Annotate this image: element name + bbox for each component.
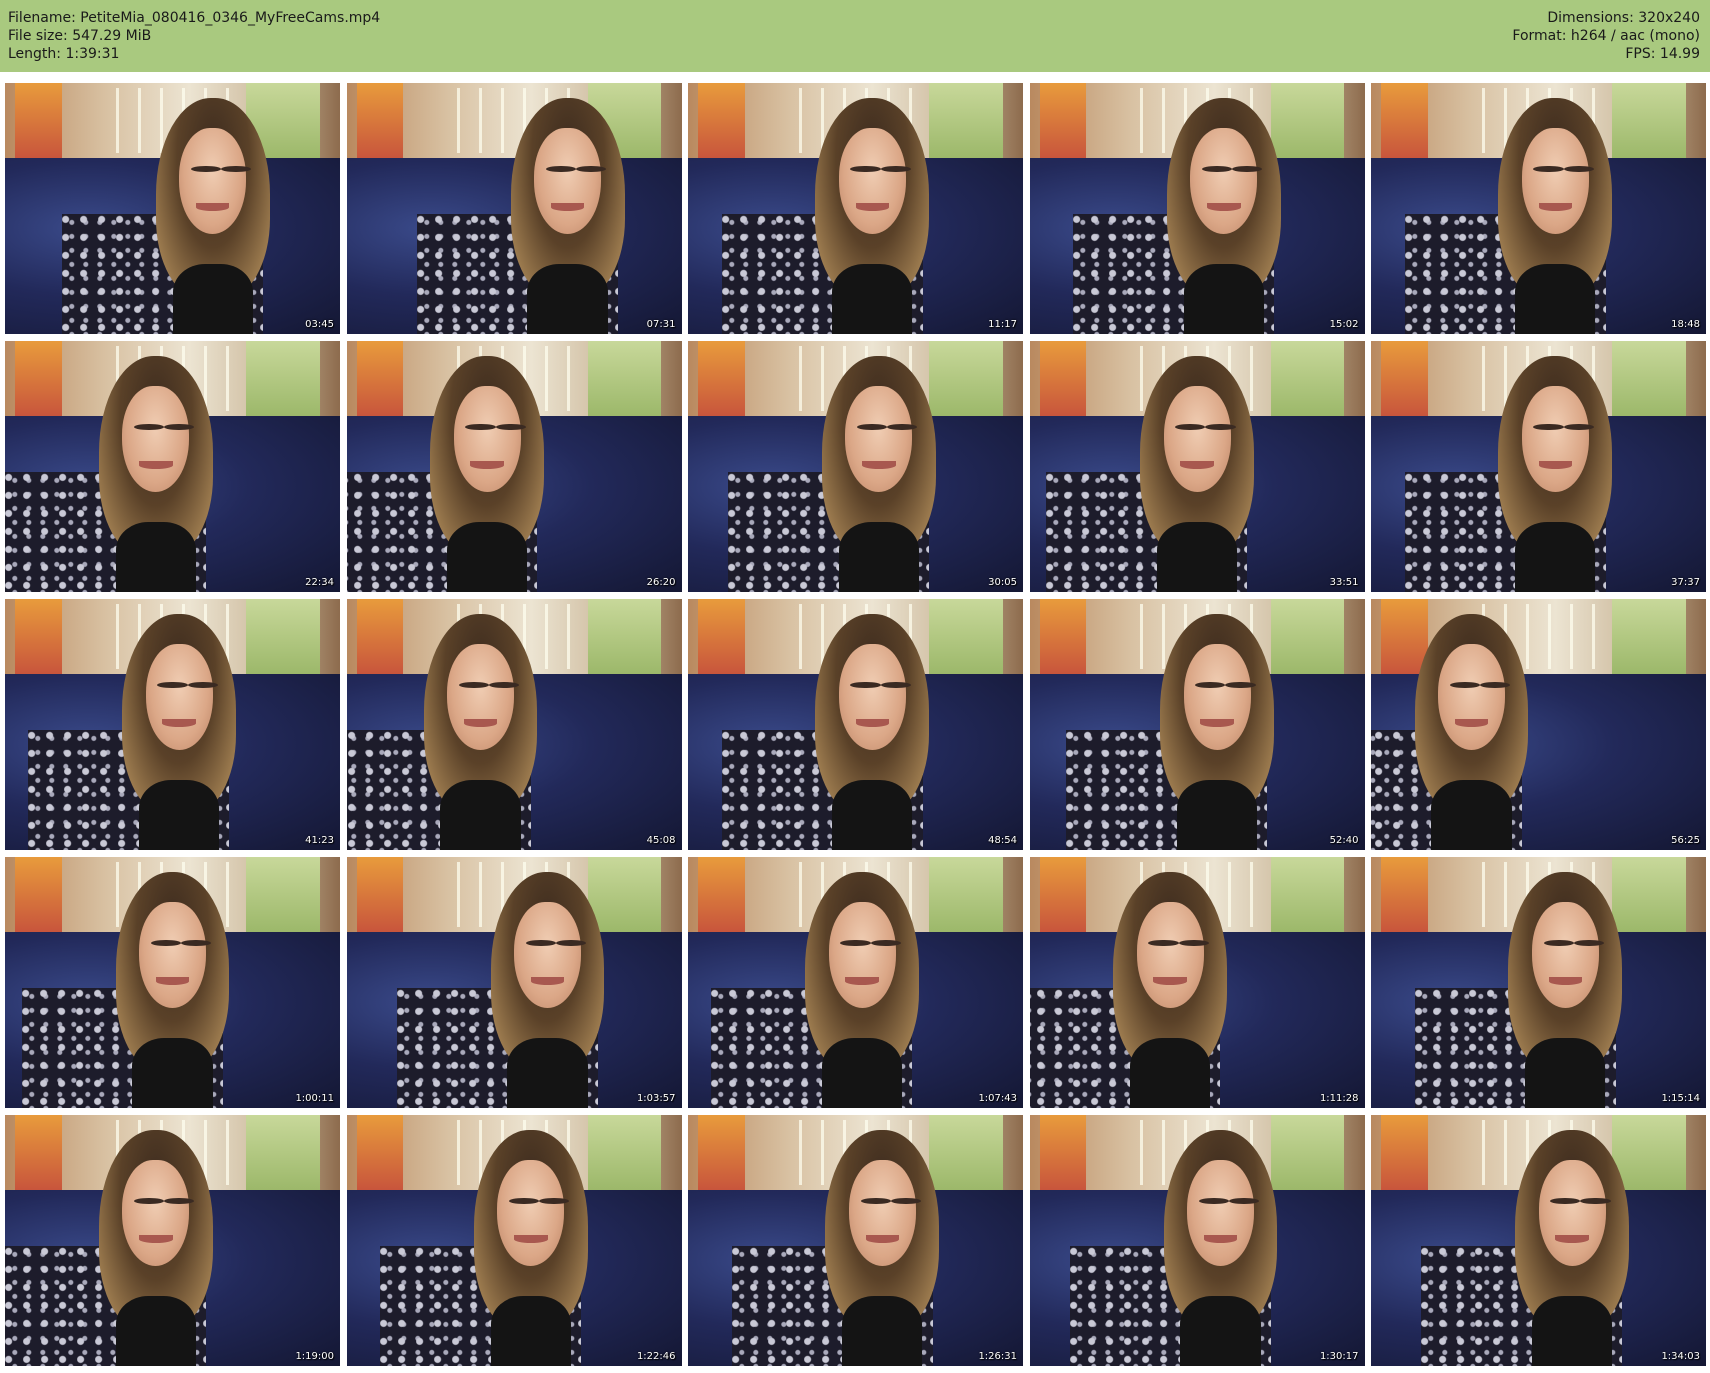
filesize-text: File size: 547.29 MiB xyxy=(8,28,152,44)
thumbnail-scene xyxy=(346,1115,682,1366)
thumbnail-timestamp: 33:51 xyxy=(1329,577,1359,588)
thumbnail-scene xyxy=(346,83,682,334)
thumbnail-timestamp: 22:34 xyxy=(305,577,334,588)
video-thumbnail[interactable]: 1:07:43 xyxy=(688,857,1023,1108)
thumbnail-timestamp: 48:54 xyxy=(988,835,1017,846)
thumbnail-scene xyxy=(346,599,682,850)
thumbnail-scene xyxy=(5,857,340,1108)
thumbnail-scene xyxy=(1029,599,1365,850)
video-thumbnail[interactable]: 30:05 xyxy=(688,341,1023,592)
thumbnail-scene xyxy=(1029,1115,1365,1366)
thumbnail-timestamp: 56:25 xyxy=(1671,835,1700,846)
thumbnail-scene xyxy=(1371,341,1706,592)
video-thumbnail[interactable]: 1:26:31 xyxy=(688,1115,1023,1366)
filename-text: Filename: PetiteMia_080416_0346_MyFreeCa… xyxy=(8,10,381,26)
thumbnail-timestamp: 1:11:28 xyxy=(1319,1093,1359,1104)
thumbnail-timestamp: 1:26:31 xyxy=(978,1351,1017,1362)
thumbnail-timestamp: 1:30:17 xyxy=(1319,1351,1359,1362)
thumbnail-scene xyxy=(688,341,1023,592)
thumbnail-timestamp: 45:08 xyxy=(646,835,676,846)
thumbnail-scene xyxy=(1371,1115,1706,1366)
video-thumbnail[interactable]: 11:17 xyxy=(688,83,1023,334)
thumbnail-scene xyxy=(1029,341,1365,592)
thumbnail-scene xyxy=(688,1115,1023,1366)
thumbnail-timestamp: 1:22:46 xyxy=(636,1351,676,1362)
thumbnail-timestamp: 1:34:03 xyxy=(1661,1351,1700,1362)
thumbnail-timestamp: 30:05 xyxy=(988,577,1017,588)
video-thumbnail[interactable]: 33:51 xyxy=(1029,341,1365,592)
thumbnail-scene xyxy=(1029,83,1365,334)
thumbnail-scene xyxy=(1371,83,1706,334)
thumbnail-timestamp: 26:20 xyxy=(646,577,676,588)
video-thumbnail[interactable]: 1:30:17 xyxy=(1029,1115,1365,1366)
video-thumbnail[interactable]: 52:40 xyxy=(1029,599,1365,850)
thumbnail-timestamp: 03:45 xyxy=(305,319,334,330)
video-thumbnail[interactable]: 03:45 xyxy=(5,83,340,334)
fps-text: FPS: 14.99 xyxy=(1625,46,1700,62)
thumbnail-timestamp: 1:03:57 xyxy=(636,1093,676,1104)
video-thumbnail[interactable]: 22:34 xyxy=(5,341,340,592)
dimensions-text: Dimensions: 320x240 xyxy=(1547,10,1700,26)
file-info-right: Dimensions: 320x240 Format: h264 / aac (… xyxy=(1512,9,1700,63)
thumbnail-scene xyxy=(5,599,340,850)
thumbnail-timestamp: 07:31 xyxy=(646,319,676,330)
thumbnail-timestamp: 1:15:14 xyxy=(1661,1093,1700,1104)
info-header: Filename: PetiteMia_080416_0346_MyFreeCa… xyxy=(0,0,1710,72)
video-thumbnail[interactable]: 1:00:11 xyxy=(5,857,340,1108)
thumbnail-timestamp: 11:17 xyxy=(988,319,1017,330)
thumbnail-scene xyxy=(688,599,1023,850)
thumbnail-timestamp: 15:02 xyxy=(1329,319,1359,330)
video-thumbnail[interactable]: 1:22:46 xyxy=(346,1115,682,1366)
thumbnail-scene xyxy=(1371,857,1706,1108)
video-thumbnail[interactable]: 18:48 xyxy=(1371,83,1706,334)
video-thumbnail[interactable]: 37:37 xyxy=(1371,341,1706,592)
video-thumbnail[interactable]: 1:11:28 xyxy=(1029,857,1365,1108)
thumbnail-scene xyxy=(5,341,340,592)
thumbnail-scene xyxy=(5,83,340,334)
thumbnail-timestamp: 18:48 xyxy=(1671,319,1700,330)
thumbnail-scene xyxy=(1029,857,1365,1108)
video-thumbnail[interactable]: 48:54 xyxy=(688,599,1023,850)
thumbnail-timestamp: 37:37 xyxy=(1671,577,1700,588)
video-thumbnail[interactable]: 07:31 xyxy=(346,83,682,334)
thumbnail-timestamp: 52:40 xyxy=(1329,835,1359,846)
video-thumbnail[interactable]: 41:23 xyxy=(5,599,340,850)
video-thumbnail[interactable]: 1:03:57 xyxy=(346,857,682,1108)
thumbnail-scene xyxy=(688,857,1023,1108)
thumbnail-timestamp: 1:07:43 xyxy=(978,1093,1017,1104)
thumbnail-scene xyxy=(5,1115,340,1366)
video-thumbnail[interactable]: 1:34:03 xyxy=(1371,1115,1706,1366)
thumbnail-scene xyxy=(1371,599,1706,850)
thumbnail-scene xyxy=(346,857,682,1108)
thumbnail-scene xyxy=(346,341,682,592)
video-thumbnail[interactable]: 56:25 xyxy=(1371,599,1706,850)
thumbnail-timestamp: 1:00:11 xyxy=(295,1093,334,1104)
thumbnail-scene xyxy=(688,83,1023,334)
video-thumbnail[interactable]: 15:02 xyxy=(1029,83,1365,334)
video-thumbnail[interactable]: 26:20 xyxy=(346,341,682,592)
video-thumbnail[interactable]: 45:08 xyxy=(346,599,682,850)
format-text: Format: h264 / aac (mono) xyxy=(1512,28,1700,44)
thumbnail-grid: 03:45 07:31 11:17 15:02 18:48 22:34 26:20 30:05… xyxy=(5,83,1706,1367)
file-info-left: Filename: PetiteMia_080416_0346_MyFreeCa… xyxy=(8,9,380,63)
video-thumbnail[interactable]: 1:15:14 xyxy=(1371,857,1706,1108)
thumbnail-timestamp: 41:23 xyxy=(305,835,334,846)
length-text: Length: 1:39:31 xyxy=(8,46,120,62)
thumbnail-timestamp: 1:19:00 xyxy=(295,1351,334,1362)
video-thumbnail[interactable]: 1:19:00 xyxy=(5,1115,340,1366)
